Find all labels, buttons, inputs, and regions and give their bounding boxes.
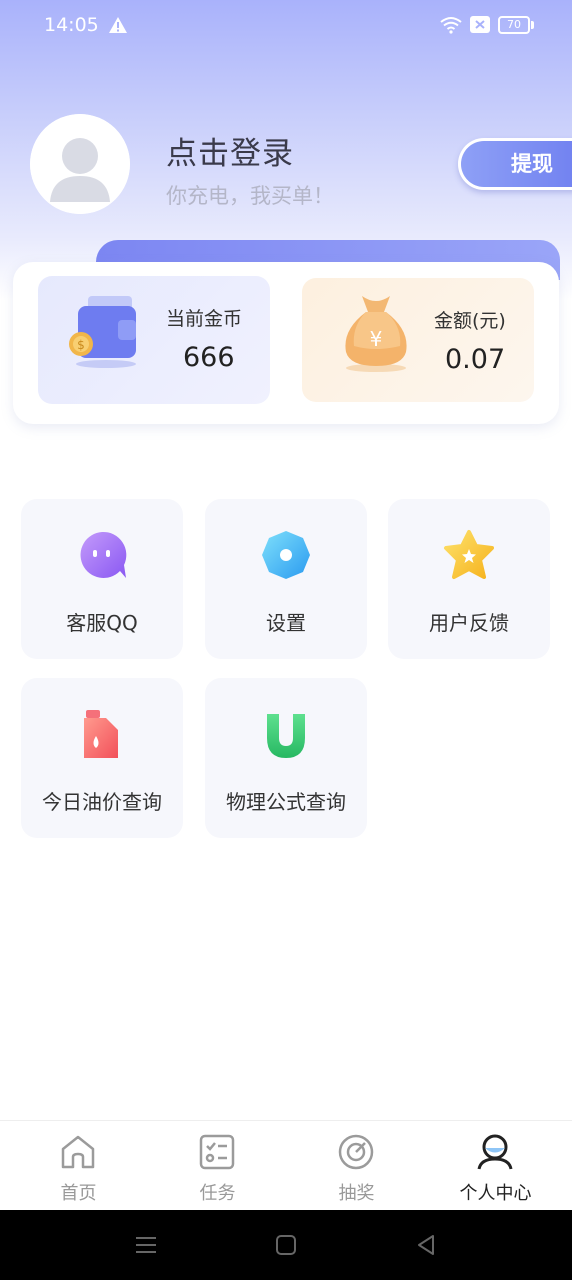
svg-text:¥: ¥ <box>370 327 383 351</box>
tab-label-home: 首页 <box>60 1183 97 1204</box>
system-navigation-bar <box>0 1210 572 1280</box>
coin-label: 当前金币 <box>166 308 243 330</box>
task-list-icon <box>199 1134 235 1170</box>
grid-label-customer-service: 客服QQ <box>66 611 138 635</box>
svg-text:$: $ <box>77 338 85 352</box>
tab-label-lottery: 抽奖 <box>338 1183 375 1204</box>
money-label: 金额(元) <box>434 310 506 332</box>
grid-item-physics-formula[interactable]: 物理公式查询 <box>205 678 367 838</box>
magnet-icon <box>267 714 305 758</box>
menu-icon[interactable] <box>133 1232 159 1258</box>
coin-value: 666 <box>183 342 235 373</box>
chat-bubble-icon <box>80 531 127 578</box>
back-icon[interactable] <box>413 1232 439 1258</box>
status-bar: 14:05 70 <box>0 0 572 52</box>
battery-icon: 70 <box>498 16 534 34</box>
tab-tasks[interactable]: 任务 <box>146 1121 289 1211</box>
bottom-tab-bar: 首页 任务 抽奖 个人中心 <box>0 1120 572 1210</box>
lottery-icon <box>338 1134 374 1170</box>
home-square-icon[interactable] <box>273 1232 299 1258</box>
tab-profile[interactable]: 个人中心 <box>424 1121 567 1211</box>
tab-label-tasks: 任务 <box>199 1183 236 1204</box>
grid-label-physics-formula: 物理公式查询 <box>226 790 346 814</box>
tab-lottery[interactable]: 抽奖 <box>285 1121 428 1211</box>
money-value: 0.07 <box>445 344 506 375</box>
grid-label-oil-price: 今日油价查询 <box>42 790 162 814</box>
wifi-icon <box>440 17 462 34</box>
grid-label-settings: 设置 <box>266 611 306 635</box>
grid-item-feedback[interactable]: 用户反馈 <box>388 499 550 659</box>
money-bag-icon: ¥ <box>345 296 407 372</box>
gear-icon <box>262 531 310 579</box>
tab-home[interactable]: 首页 <box>7 1121 150 1211</box>
avatar[interactable] <box>30 114 130 214</box>
tab-label-profile: 个人中心 <box>459 1183 532 1204</box>
login-subtitle: 你充电，我买单！ <box>166 184 334 208</box>
login-title[interactable]: 点击登录 <box>166 128 294 173</box>
battery-level: 70 <box>498 16 530 34</box>
status-time: 14:05 <box>44 14 99 36</box>
avatar-placeholder-icon <box>30 114 130 214</box>
grid-item-settings[interactable]: 设置 <box>205 499 367 659</box>
star-icon <box>444 530 494 579</box>
grid-item-customer-service[interactable]: 客服QQ <box>21 499 183 659</box>
home-icon <box>61 1135 95 1169</box>
oil-can-icon <box>84 710 118 758</box>
grid-label-feedback: 用户反馈 <box>429 611 509 635</box>
wallet-icon: $ <box>69 296 136 368</box>
sim-icon <box>470 16 490 33</box>
warning-icon <box>109 17 127 33</box>
user-icon <box>477 1134 513 1170</box>
grid-item-oil-price[interactable]: 今日油价查询 <box>21 678 183 838</box>
withdraw-button[interactable]: 提现 <box>458 138 572 190</box>
